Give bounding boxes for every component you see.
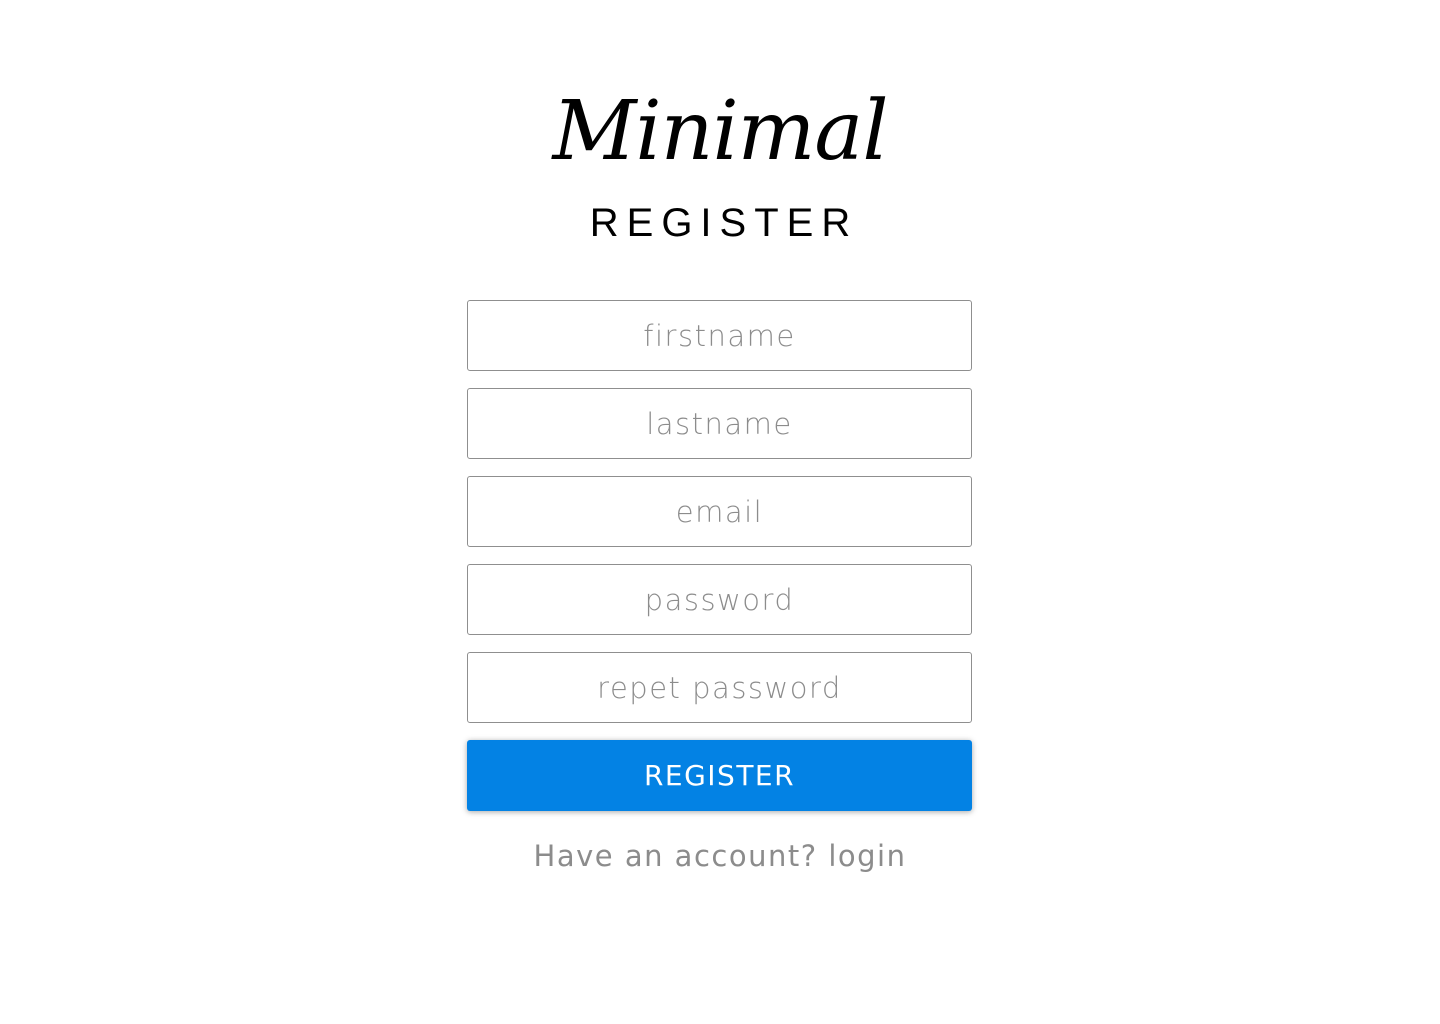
- login-prompt: Have an account? login: [0, 836, 1440, 876]
- lastname-field[interactable]: [467, 388, 972, 459]
- login-prompt-text: Have an account?: [533, 839, 818, 873]
- login-link[interactable]: login: [828, 839, 906, 873]
- brand-logo: Minimal: [552, 84, 888, 179]
- password-field[interactable]: [467, 564, 972, 635]
- repeat-password-field[interactable]: [467, 652, 972, 723]
- firstname-field[interactable]: [467, 300, 972, 371]
- page-title: REGISTER: [589, 201, 859, 245]
- register-form: REGISTER: [467, 300, 972, 811]
- email-field[interactable]: [467, 476, 972, 547]
- register-button[interactable]: REGISTER: [467, 740, 972, 811]
- register-page: Minimal REGISTER REGISTER Have an accoun…: [0, 0, 1440, 1024]
